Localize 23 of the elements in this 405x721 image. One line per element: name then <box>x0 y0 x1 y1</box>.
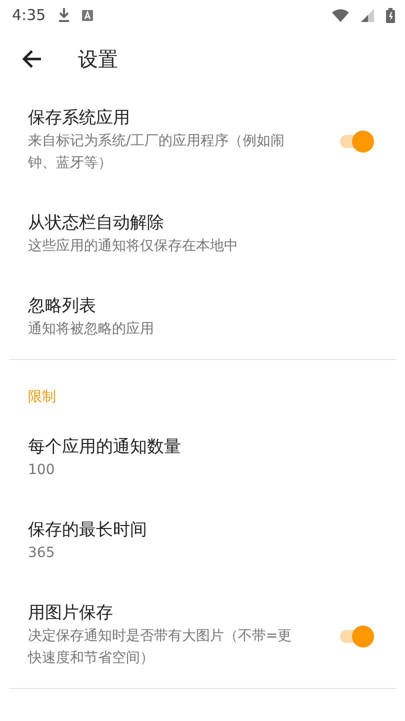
toggle-switch[interactable] <box>337 622 377 648</box>
battery-icon <box>386 8 395 22</box>
setting-summary: 通知将被忽略的应用 <box>28 320 154 339</box>
screen-title: 设置 <box>78 46 118 72</box>
back-arrow-icon[interactable] <box>22 49 42 69</box>
section-header: 限制 <box>27 388 57 407</box>
setting-summary: 来自标记为系统/工厂的应用程序（例如闹钟、蓝牙等） <box>28 132 286 173</box>
setting-title[interactable]: 从状态栏自动解除 <box>28 212 164 234</box>
notification-icon <box>82 10 93 20</box>
setting-title[interactable]: 用图片保存 <box>28 602 113 624</box>
setting-summary: 365 <box>28 544 55 563</box>
setting-title[interactable]: 保存的最长时间 <box>28 519 147 541</box>
signal-icon <box>361 8 374 22</box>
setting-title[interactable]: 每个应用的通知数量 <box>28 436 181 458</box>
setting-title[interactable]: 忽略列表 <box>28 295 96 317</box>
wifi-icon <box>332 8 349 22</box>
status-time: 4:35 <box>12 6 46 24</box>
setting-summary: 决定保存通知时是否带有大图片（不带=更快速度和节省空间） <box>28 627 293 668</box>
setting-summary: 100 <box>28 461 55 480</box>
download-icon <box>58 8 70 22</box>
toggle-switch[interactable] <box>337 128 377 154</box>
setting-summary: 这些应用的通知将仅保存在本地中 <box>28 237 238 256</box>
setting-title[interactable]: 保存系统应用 <box>28 107 130 129</box>
